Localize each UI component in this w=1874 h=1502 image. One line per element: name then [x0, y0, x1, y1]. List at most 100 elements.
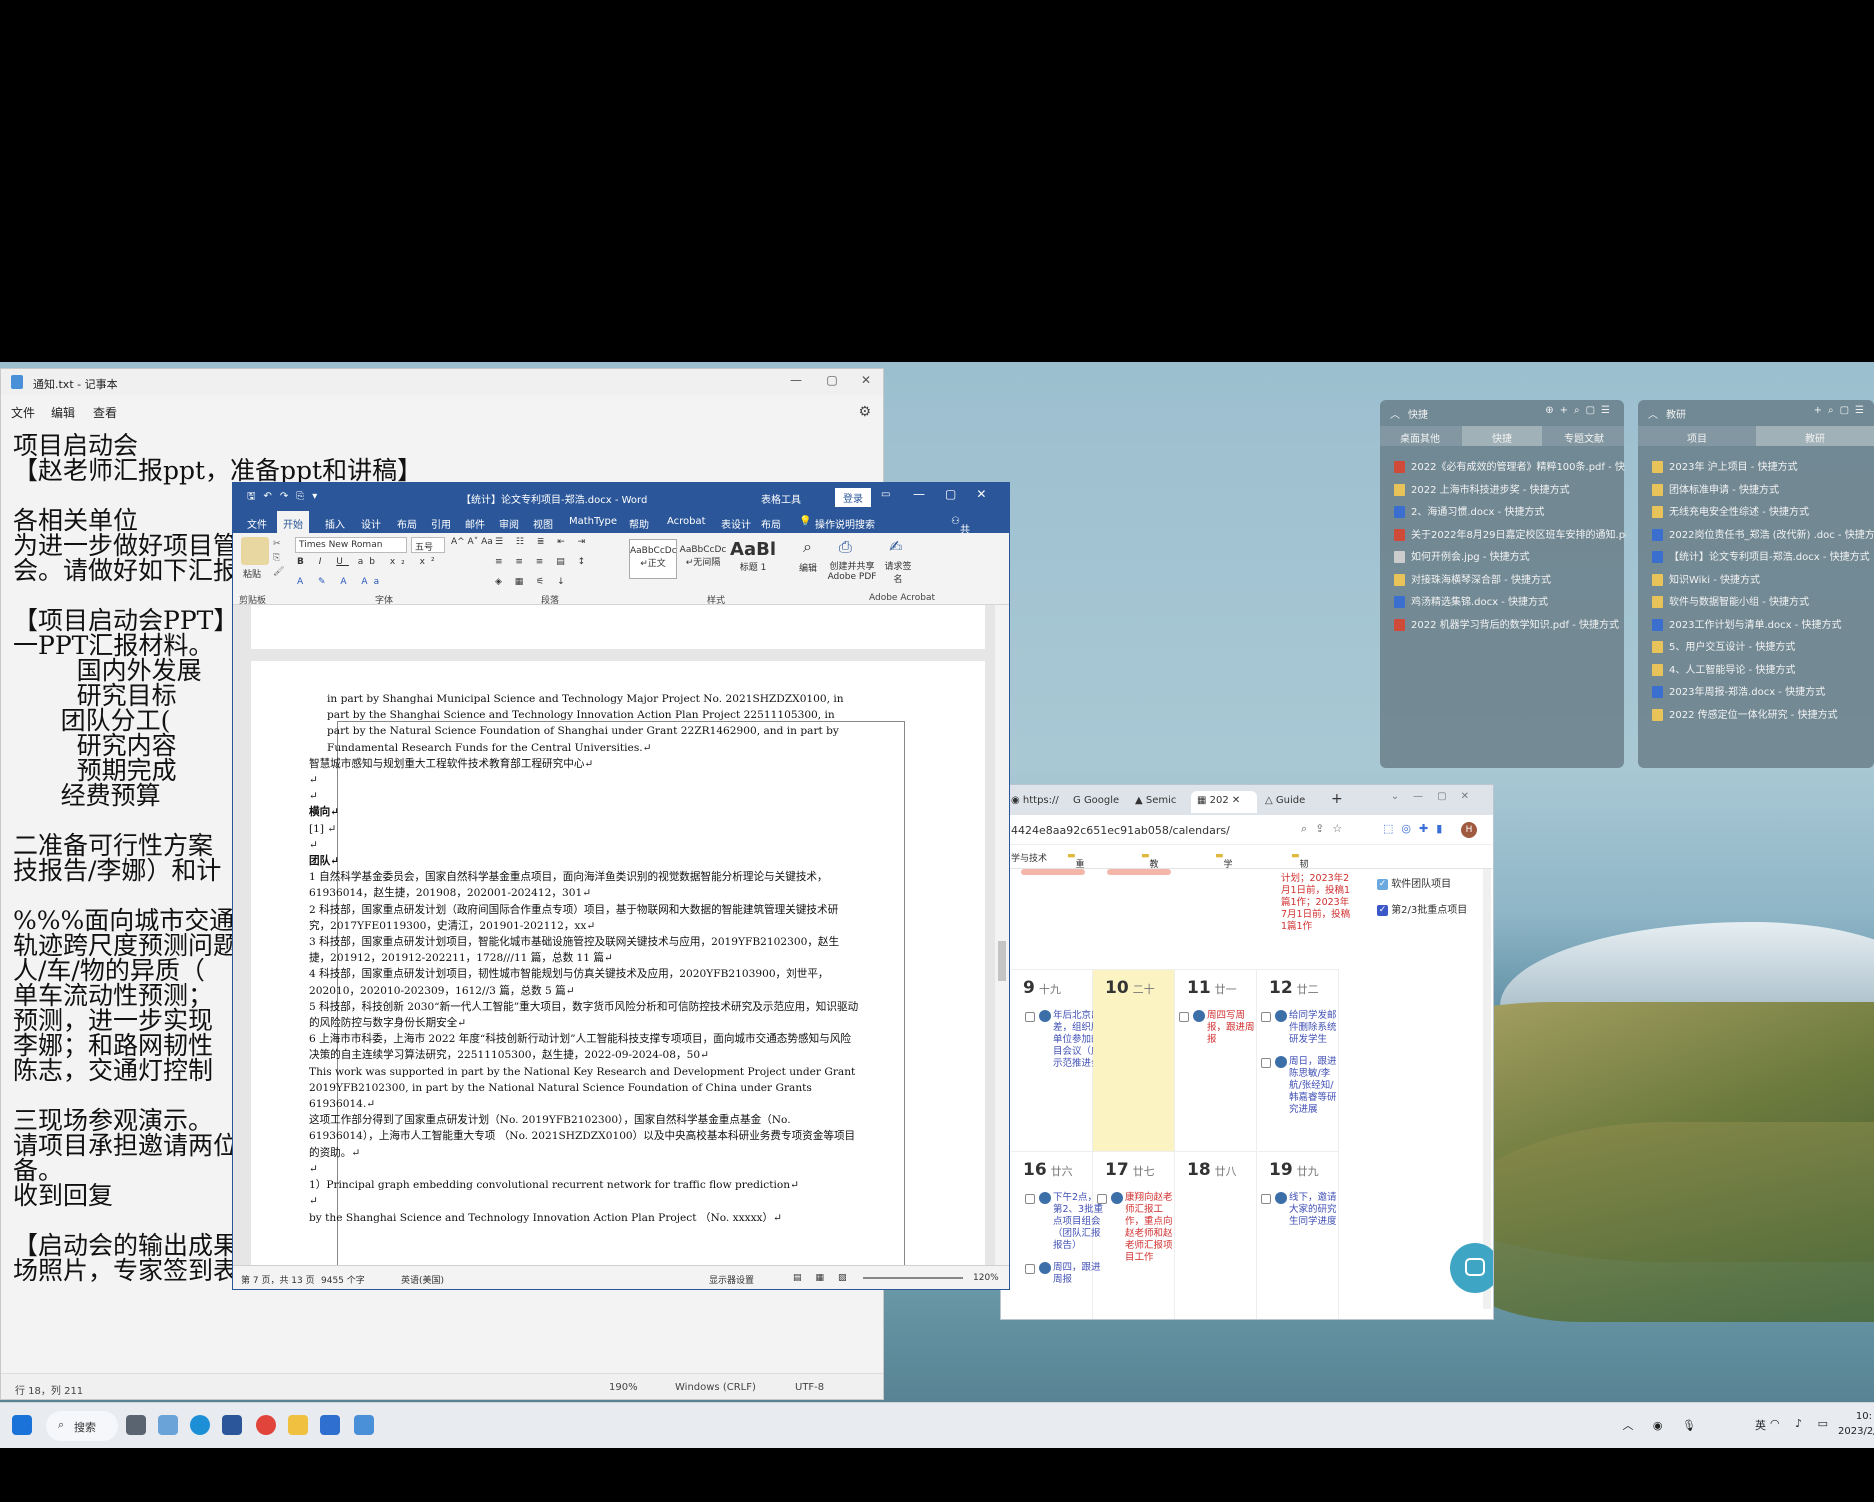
shortcut-item[interactable]: 无线充电安全性综述 - 快捷方式: [1652, 503, 1874, 523]
scrollbar[interactable]: [1483, 869, 1491, 1309]
calendar-day[interactable]: 17 廿七 康翔向赵老师汇报工作，重点向赵老师和赵老师汇报项目工作: [1093, 1151, 1175, 1319]
address-tools-icon[interactable]: ⌕⇪☆: [1301, 822, 1350, 836]
shortcut-item[interactable]: 如何开例会.jpg - 快捷方式: [1394, 548, 1626, 568]
event-checkbox[interactable]: [1261, 1058, 1271, 1068]
paste-button[interactable]: 粘贴: [243, 567, 261, 580]
tab-view[interactable]: 视图: [533, 516, 553, 531]
word-icon[interactable]: [222, 1415, 242, 1435]
fence-tab-shortcuts[interactable]: 快捷: [1462, 426, 1542, 446]
tab-mathtype[interactable]: MathType: [569, 516, 617, 527]
shortcut-item[interactable]: 2022岗位责任书_郑浩 (改代新) .doc - 快捷方式: [1652, 526, 1874, 546]
page-count[interactable]: 第 7 页，共 13 页: [241, 1273, 315, 1286]
bookmark-item[interactable]: ▬ 教学工作: [1141, 851, 1159, 909]
browser-tab[interactable]: ◉ https://: [1005, 791, 1065, 813]
display-settings[interactable]: 显示器设置: [709, 1273, 754, 1286]
shortcut-item[interactable]: 2、海通习惯.docx - 快捷方式: [1394, 503, 1626, 523]
calendar-event[interactable]: 周日，跟进陈思敏/李航/张经知/韩嘉睿等研究进展: [1289, 1056, 1339, 1116]
event-chip[interactable]: [1021, 869, 1085, 875]
fence-tools-icon[interactable]: ⊕+⌕▢☰: [1545, 405, 1616, 416]
calendar-event[interactable]: 周四写周报，跟进周报: [1207, 1010, 1257, 1046]
event-checkbox[interactable]: [1261, 1012, 1271, 1022]
shortcut-item[interactable]: 2023年周报-郑浩.docx - 快捷方式: [1652, 683, 1874, 703]
network-volume-battery-icons[interactable]: ◠ ♪ ▭: [1770, 1417, 1834, 1430]
scroll-thumb[interactable]: [998, 941, 1006, 981]
calendar-toggle[interactable]: ✓ 第2/3批重点项目: [1377, 901, 1467, 916]
gear-icon[interactable]: ⚙: [858, 404, 871, 420]
word-count[interactable]: 9455 个字: [321, 1273, 365, 1286]
ime-indicator[interactable]: 英: [1755, 1417, 1766, 1433]
collapse-icon[interactable]: ︿: [1390, 406, 1400, 421]
tab-review[interactable]: 审阅: [499, 516, 519, 531]
style-normal[interactable]: AaBbCcDc ↵正文: [629, 539, 677, 579]
shortcut-item[interactable]: 关于2022年8月29日嘉定校区班车安排的通知.pdf: [1394, 526, 1626, 546]
create-pdf-button[interactable]: 创建并共享 Adobe PDF: [827, 559, 877, 582]
calendar-day[interactable]: 18 廿八: [1175, 1151, 1257, 1319]
tab-help[interactable]: 帮助: [629, 516, 649, 531]
vertical-scrollbar[interactable]: [995, 605, 1009, 1267]
align-buttons[interactable]: ≡ ≡ ≡ ▤ ↕: [495, 557, 590, 567]
tab-design[interactable]: 设计: [361, 516, 381, 531]
calendar-day[interactable]: 12 廿二 给同学发邮件删除系统研发学生 周日，跟进陈思敏/李航/张经知/韩嘉睿等…: [1257, 969, 1339, 1151]
menu-edit[interactable]: 编辑: [51, 404, 75, 421]
shortcut-item[interactable]: 2023年 沪上项目 - 快捷方式: [1652, 458, 1874, 478]
event-chip[interactable]: [1107, 869, 1171, 875]
tab-file[interactable]: 文件: [247, 516, 267, 531]
tab-acrobat[interactable]: Acrobat: [667, 516, 706, 527]
fence-tab-projects[interactable]: 项目: [1638, 430, 1756, 445]
fence-tab-teaching[interactable]: 教研: [1756, 426, 1874, 446]
event-checkbox[interactable]: [1025, 1012, 1035, 1022]
shortcut-item[interactable]: 2022 上海市科技进步奖 - 快捷方式: [1394, 481, 1626, 501]
file-explorer-icon[interactable]: [288, 1415, 308, 1435]
font-size-select[interactable]: 五号: [411, 537, 445, 553]
tell-me-search[interactable]: 操作说明搜索: [815, 516, 875, 531]
weather-icon[interactable]: [158, 1415, 178, 1435]
menu-view[interactable]: 查看: [93, 404, 117, 421]
address-bar[interactable]: 4424e8aa92c651ec91ab058/calendars/ ⌕⇪☆ ⬚…: [1001, 815, 1493, 845]
search-icon[interactable]: ⌕: [803, 537, 812, 557]
browser-tab[interactable]: △ Guide: [1259, 791, 1319, 813]
extensions-icon[interactable]: ⬚◎✚▮: [1383, 822, 1450, 835]
menu-file[interactable]: 文件: [11, 404, 35, 421]
collapse-icon[interactable]: ︿: [1648, 406, 1658, 421]
shortcut-item[interactable]: 5、用户交互设计 - 快捷方式: [1652, 638, 1874, 658]
browser-tab[interactable]: G Google: [1067, 791, 1127, 813]
calendar-event[interactable]: 康翔向赵老师汇报工作，重点向赵老师和赵老师汇报项目工作: [1125, 1192, 1175, 1264]
profile-avatar[interactable]: H: [1461, 822, 1477, 838]
calendar-day[interactable]: 16 廿六 下午2点，第2、3批重点项目组会（团队汇报报告） 周四，跟进周报: [1011, 1151, 1103, 1319]
task-view-icon[interactable]: [126, 1415, 146, 1435]
document-text[interactable]: in part by Shanghai Municipal Science an…: [309, 691, 859, 1226]
clock[interactable]: 10: 2023/2/: [1838, 1409, 1874, 1439]
font-name-select[interactable]: Times New Roman: [295, 537, 407, 553]
calendar-event[interactable]: 线下，邀请大家的研究生同学进度: [1289, 1192, 1339, 1228]
quick-access-toolbar[interactable]: 🖫↶↷⎘▾: [247, 489, 325, 506]
clipboard-tools-icon[interactable]: ✂ ⎘ 🖌: [273, 537, 284, 579]
event-checkbox[interactable]: [1025, 1194, 1035, 1204]
edge-icon[interactable]: [190, 1415, 210, 1435]
bookmark-item[interactable]: ▬ 韧性规划原型开发: [1291, 851, 1309, 961]
shading-buttons[interactable]: ◈ ▦ ⚟ ↓: [495, 577, 570, 587]
minimize-button[interactable]: —: [781, 373, 811, 387]
chrome-icon[interactable]: [256, 1415, 276, 1435]
calendar-toggle[interactable]: ✓ 软件团队项目: [1377, 875, 1451, 890]
start-icon[interactable]: [12, 1415, 32, 1435]
calendar-event[interactable]: 给同学发邮件删除系统研发学生: [1289, 1010, 1339, 1046]
notepad-icon[interactable]: [354, 1415, 374, 1435]
shortcut-item[interactable]: 团体标准申请 - 快捷方式: [1652, 481, 1874, 501]
event-checkbox[interactable]: [1097, 1194, 1107, 1204]
app-icon[interactable]: [320, 1415, 340, 1435]
shortcut-item[interactable]: 2022 传感定位一体化研究 - 快捷方式: [1652, 706, 1874, 726]
shortcut-item[interactable]: 2022《必有成效的管理者》精粹100条.pdf - 快...: [1394, 458, 1626, 478]
tab-table-design[interactable]: 表设计: [721, 516, 751, 531]
share-button[interactable]: ⚇ 共享: [951, 516, 970, 551]
browser-tab[interactable]: ▲ Semic: [1129, 791, 1189, 813]
shortcut-item[interactable]: 知识Wiki - 快捷方式: [1652, 571, 1874, 591]
browser-tab-active[interactable]: ▦ 202 ✕: [1191, 791, 1257, 813]
shortcut-item[interactable]: 4、人工智能导论 - 快捷方式: [1652, 661, 1874, 681]
tab-references[interactable]: 引用: [431, 516, 451, 531]
event-checkbox[interactable]: [1179, 1012, 1189, 1022]
bookmark-item[interactable]: 学与技术: [1011, 851, 1047, 864]
login-button[interactable]: 登录: [835, 488, 871, 507]
style-no-spacing[interactable]: AaBbCcDc ↵无间隔: [679, 539, 727, 579]
calendar-event[interactable]: 计划；2023年2月1日前，投稿1篇1作；2023年7月1日前，投稿1篇1作: [1281, 873, 1351, 933]
event-checkbox[interactable]: [1025, 1264, 1035, 1274]
